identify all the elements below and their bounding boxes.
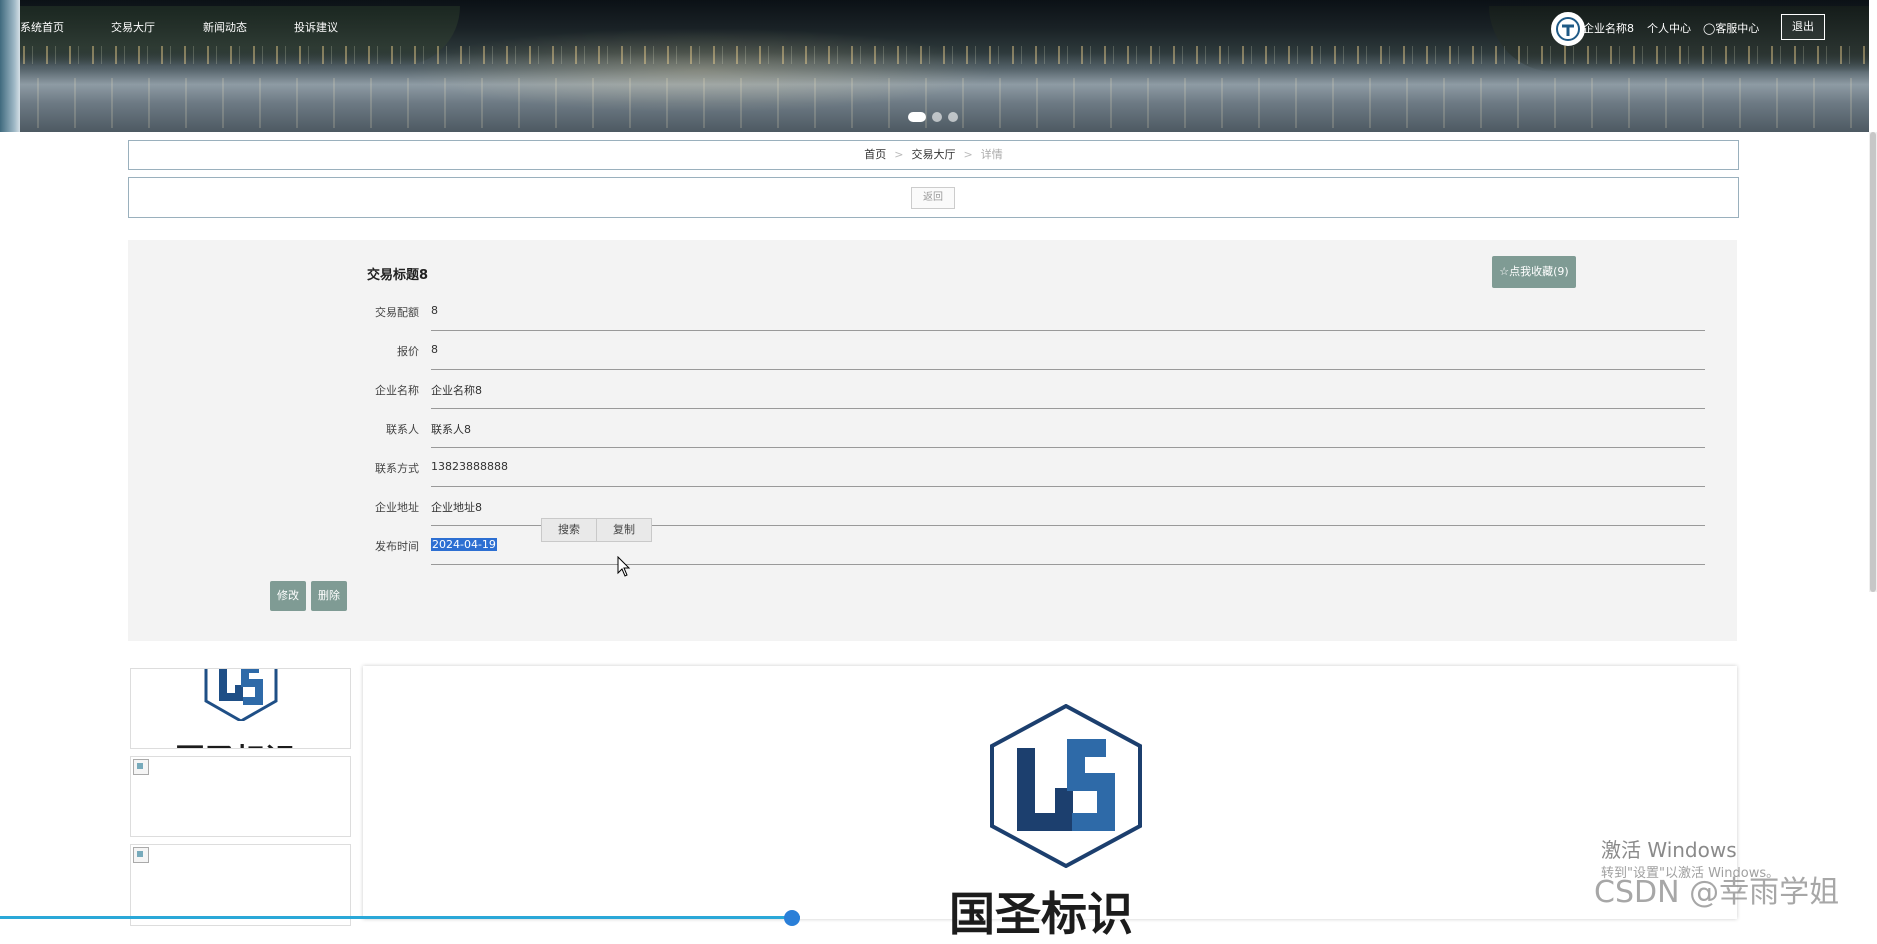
field-row-quota: 交易配额 8 [367,292,1705,331]
breadcrumb-separator: > [963,148,973,161]
thumbnail-logo-text: 国圣标识 [175,735,295,748]
detail-panel: 交易标题8 ☆点我收藏(9) 交易配额 8 报价 8 企业名称 企业名称8 联系… [128,240,1737,641]
field-row-price: 报价 8 [367,331,1705,370]
avatar-logo-icon [1556,17,1580,41]
company-name-link[interactable]: 企业名称8 [1583,20,1634,36]
field-value: 企业地址8 [431,501,482,514]
field-label: 报价 [397,345,419,358]
mouse-cursor-icon [617,556,631,577]
breadcrumb: 首页 > 交易大厅 > 详情 [128,140,1739,170]
carousel-dot[interactable] [908,112,926,122]
field-row-contact: 联系人 联系人8 [367,409,1705,448]
main-image: 国圣标识 [363,666,1737,941]
video-progress-knob[interactable] [784,910,800,926]
selection-context-menu: 搜索 复制 [541,518,652,542]
company-avatar[interactable] [1551,12,1585,46]
favorite-button[interactable]: ☆点我收藏(9) [1492,256,1576,288]
context-copy-button[interactable]: 复制 [596,519,651,541]
field-label: 交易配额 [375,306,419,319]
hero-banner: 系统首页 交易大厅 新闻动态 投诉建议 企业名称8 个人中心 ◯客服中心 退出 [0,0,1869,132]
nav-item-trading-hall[interactable]: 交易大厅 [111,18,155,38]
nav-item-news[interactable]: 新闻动态 [203,18,247,38]
field-value: 联系人8 [431,423,471,436]
breadcrumb-current: 详情 [980,148,1003,161]
thumbnail-item[interactable]: 国圣标识 [130,668,351,749]
thumbnail-item[interactable] [130,756,351,837]
broken-image-icon [133,847,149,863]
service-center-label: 客服中心 [1715,22,1760,35]
banner-city-lights [0,46,1869,64]
field-row-company: 企业名称 企业名称8 [367,370,1705,409]
field-value: 企业名称8 [431,384,482,397]
edit-button[interactable]: 修改 [270,581,306,611]
nav-item-home[interactable]: 系统首页 [20,18,64,38]
company-logo-icon [204,669,278,721]
csdn-watermark: CSDN @幸雨学姐 [1594,875,1840,910]
carousel-indicators [908,112,958,122]
breadcrumb-separator: > [894,148,904,161]
page-title: 交易标题8 [367,268,429,283]
delete-button[interactable]: 删除 [311,581,347,611]
carousel-dot[interactable] [932,112,942,122]
field-value: 8 [431,304,438,317]
service-center-link[interactable]: ◯客服中心 [1703,20,1759,36]
personal-center-link[interactable]: 个人中心 [1647,20,1691,36]
field-label: 企业地址 [375,501,419,514]
field-label: 联系方式 [375,462,419,475]
back-bar: 返回 [128,177,1739,218]
carousel-dot[interactable] [948,112,958,122]
field-value: 8 [431,343,438,356]
back-button[interactable]: 返回 [911,187,955,209]
field-label: 发布时间 [375,540,419,553]
breadcrumb-home[interactable]: 首页 [864,148,886,161]
field-label: 联系人 [386,423,419,436]
banner-left-strip [0,0,20,132]
context-search-button[interactable]: 搜索 [542,519,596,541]
windows-activation-title: 激活 Windows [1601,838,1737,862]
thumbnail-item[interactable] [130,844,351,926]
logout-button[interactable]: 退出 [1781,14,1825,40]
company-logo-icon [990,704,1142,868]
field-label: 企业名称 [375,384,419,397]
nav-item-complaints[interactable]: 投诉建议 [294,18,338,38]
user-icon: ◯ [1703,22,1716,35]
breadcrumb-trading-hall[interactable]: 交易大厅 [912,148,956,161]
field-row-phone: 联系方式 13823888888 [367,448,1705,487]
field-value: 13823888888 [431,460,508,473]
broken-image-icon [133,759,149,775]
main-logo-text: 国圣标识 [949,887,1133,941]
field-value-selected: 2024-04-19 [431,538,497,551]
vertical-scrollbar-thumb[interactable] [1870,132,1876,592]
